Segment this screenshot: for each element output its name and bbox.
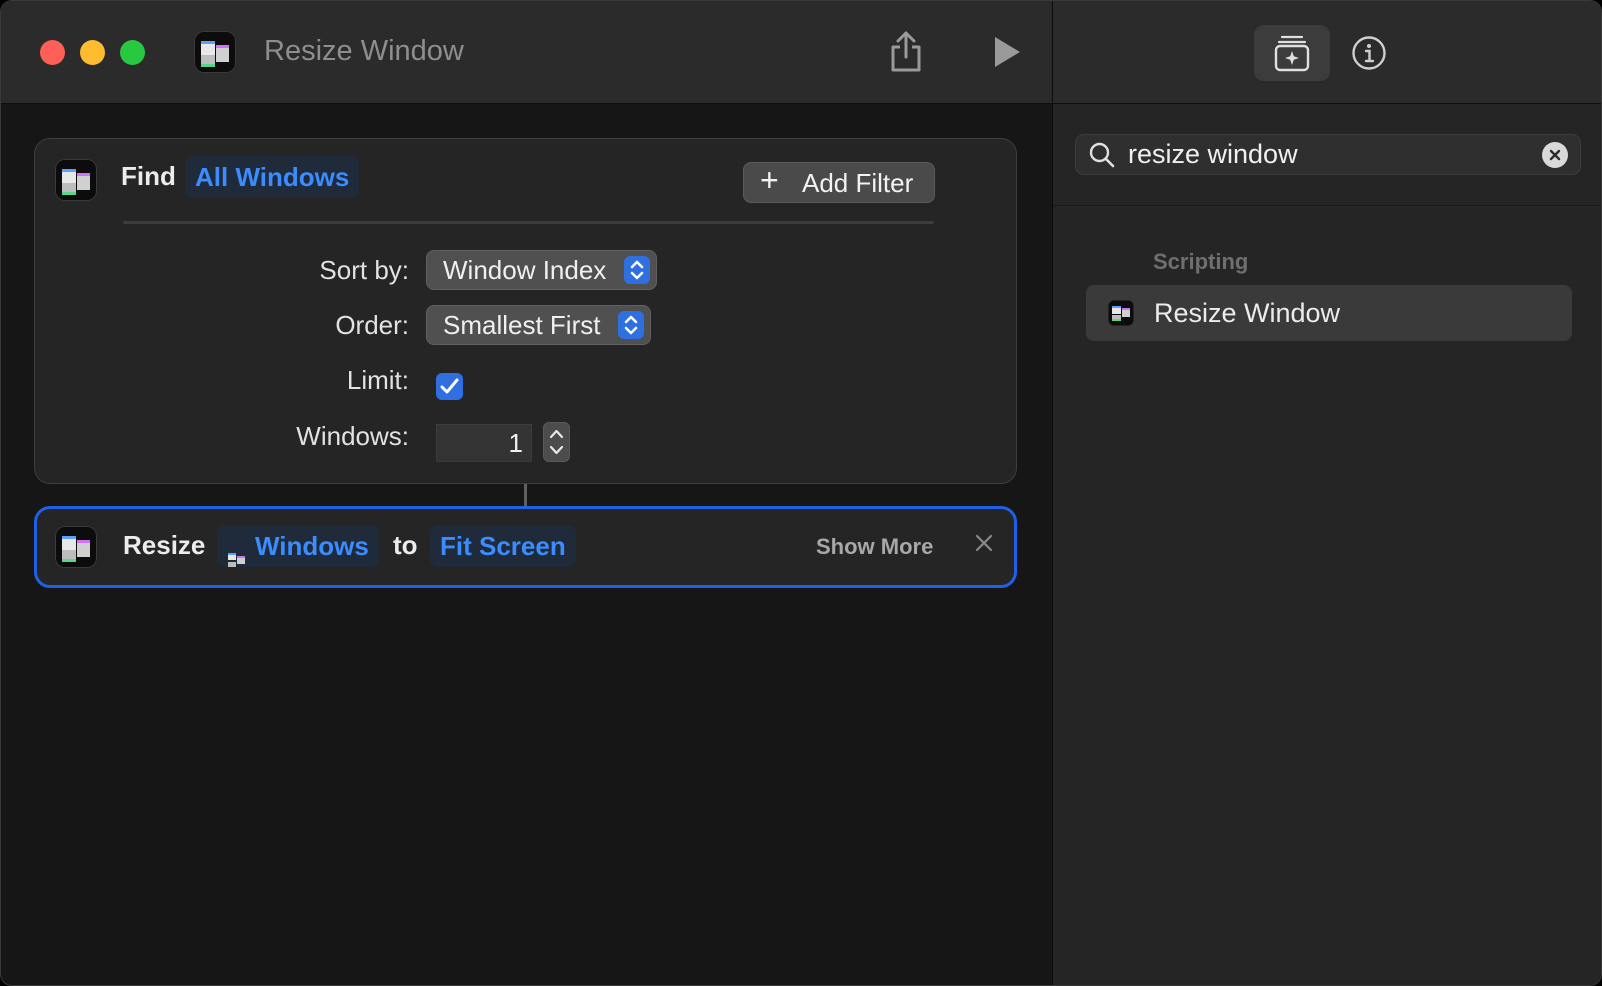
- chevron-updown-icon: [618, 311, 644, 339]
- play-icon[interactable]: [991, 35, 1023, 69]
- windows-variable-label: Windows: [255, 531, 369, 561]
- sort-by-label: Sort by:: [319, 255, 409, 285]
- resize-verb: Resize: [123, 530, 206, 560]
- order-value: Smallest First: [443, 310, 601, 340]
- editor-pane: Resize Window Find All Windows + Add Fil…: [1, 1, 1052, 985]
- clear-search-icon[interactable]: [1542, 142, 1568, 168]
- action-connector: [524, 484, 527, 506]
- action-library-button[interactable]: [1254, 25, 1330, 81]
- share-icon[interactable]: [888, 29, 924, 73]
- zoom-window-button[interactable]: [120, 40, 145, 65]
- windows-variable-icon: [227, 539, 247, 568]
- close-window-button[interactable]: [40, 40, 65, 65]
- title-bar: Resize Window: [1, 1, 1052, 104]
- library-result-resize-window[interactable]: Resize Window: [1086, 285, 1572, 341]
- to-connector-word: to: [393, 530, 418, 560]
- add-filter-button[interactable]: + Add Filter: [743, 162, 935, 203]
- windows-variable-token[interactable]: Windows: [217, 525, 379, 568]
- action-library-pane: Scripting Resize Window: [1052, 1, 1601, 985]
- shortcut-icon[interactable]: [194, 31, 236, 73]
- limit-checkbox[interactable]: [436, 373, 463, 400]
- chevron-updown-icon: [624, 256, 650, 284]
- info-icon[interactable]: [1351, 35, 1387, 71]
- find-verb: Find: [121, 161, 176, 191]
- scripting-section-header: Scripting: [1153, 249, 1249, 274]
- plus-icon: +: [760, 162, 779, 198]
- windows-label: Windows:: [296, 421, 409, 451]
- fit-screen-token[interactable]: Fit Screen: [430, 525, 576, 567]
- shortcut-title[interactable]: Resize Window: [264, 35, 464, 68]
- resize-action-icon: [55, 526, 97, 568]
- find-windows-action[interactable]: Find All Windows + Add Filter Sort by: W…: [34, 138, 1017, 484]
- sort-by-popup[interactable]: Window Index: [426, 250, 657, 290]
- library-result-label: Resize Window: [1154, 298, 1341, 328]
- show-more-button[interactable]: Show More: [816, 534, 933, 560]
- remove-action-icon[interactable]: [972, 531, 996, 555]
- all-windows-token[interactable]: All Windows: [185, 156, 360, 198]
- filter-divider: [123, 221, 934, 224]
- search-icon: [1089, 142, 1115, 168]
- windows-count-field[interactable]: 1: [436, 424, 532, 462]
- shortcut-editor-window: Resize Window Find All Windows + Add Fil…: [0, 0, 1602, 986]
- resize-window-action[interactable]: Resize Windows to Fit Screen Show More: [34, 506, 1017, 588]
- sort-by-value: Window Index: [443, 255, 607, 285]
- library-search-field[interactable]: [1075, 134, 1581, 175]
- add-filter-label: Add Filter: [802, 168, 914, 198]
- resize-window-icon: [1108, 300, 1134, 326]
- library-search-input[interactable]: [1128, 137, 1528, 171]
- library-separator: [1053, 205, 1601, 206]
- library-toolbar: [1053, 1, 1601, 104]
- order-popup[interactable]: Smallest First: [426, 305, 651, 345]
- minimize-window-button[interactable]: [80, 40, 105, 65]
- windows-count-stepper[interactable]: [543, 422, 570, 462]
- action-library-icon: [1274, 35, 1310, 72]
- limit-label: Limit:: [346, 365, 409, 395]
- order-label: Order:: [335, 310, 409, 340]
- find-action-icon: [55, 159, 97, 201]
